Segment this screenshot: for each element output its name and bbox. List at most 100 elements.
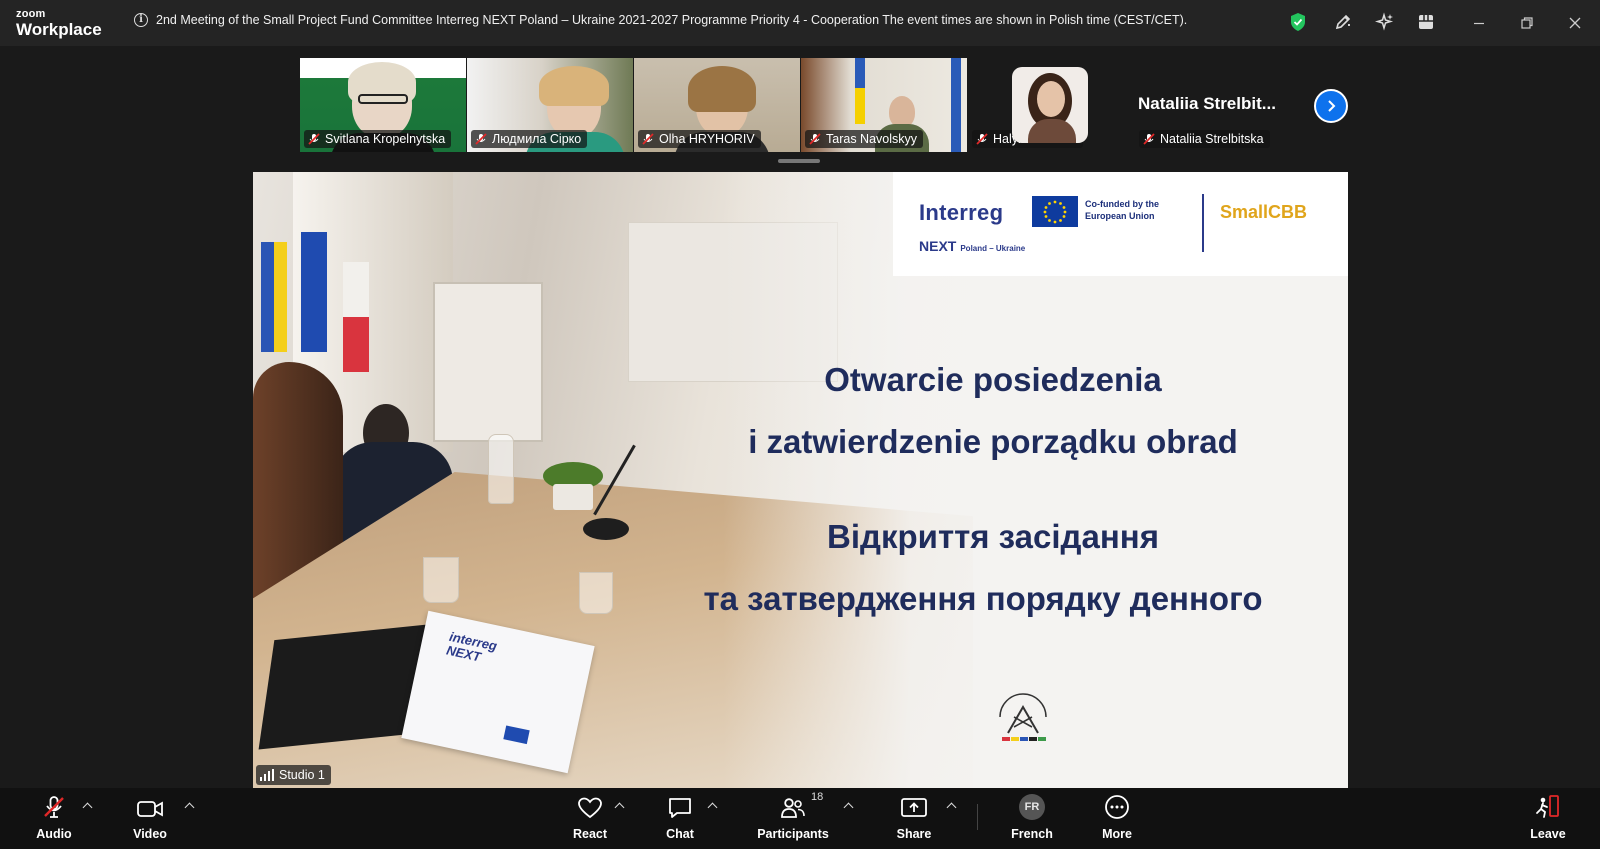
participant-name-tag: Olha HRYHORIV (638, 130, 761, 148)
avatar-clothing (1028, 119, 1076, 143)
leave-door-icon (1528, 788, 1568, 822)
video-tile-participant-1[interactable]: Svitlana Kropelnytska (300, 58, 466, 152)
participant-name-tag: Taras Navolskyy (805, 130, 923, 148)
muted-mic-icon (1143, 133, 1155, 145)
plant-pot (553, 484, 593, 510)
avatar-face (1037, 81, 1065, 117)
video-button[interactable]: Video (130, 788, 170, 849)
muted-mic-icon (642, 133, 654, 145)
participants-icon: 18 (755, 788, 831, 822)
screen-share-source-tag: Studio 1 (256, 765, 331, 785)
video-tile-participant-6[interactable]: Nataliia Strelbitska (1135, 58, 1295, 152)
leave-button[interactable]: Leave (1528, 788, 1568, 849)
slide-heading-ukrainian-1: Відкриття засідання (827, 518, 1159, 555)
slide-heading-polish-1: Otwarcie posiedzenia (824, 361, 1162, 398)
signal-strength-icon (260, 769, 274, 781)
title-bar: zoom Workplace i 2nd Meeting of the Smal… (0, 0, 1600, 46)
muted-mic-icon (475, 133, 487, 145)
flag-poland (343, 262, 369, 372)
participant-name: Taras Navolskyy (826, 132, 917, 146)
chat-label: Chat (666, 827, 694, 841)
cofunded-text: Co-funded by the European Union (1085, 199, 1159, 221)
gallery-resize-handle[interactable] (778, 159, 820, 163)
leave-label: Leave (1530, 827, 1566, 841)
language-label: French (1011, 827, 1053, 841)
video-label: Video (133, 827, 167, 841)
participant-name: Olha HRYHORIV (659, 132, 755, 146)
participant-name: Людмила Сірко (492, 132, 582, 146)
interreg-logo-text: Interreg (919, 200, 1004, 225)
language-badge: FR (1012, 788, 1052, 822)
shield-check-icon[interactable] (1287, 11, 1309, 33)
participant-name-tag: Nataliia Strelbitska (1139, 130, 1270, 148)
chat-button[interactable]: Chat (660, 788, 700, 849)
muted-mic-icon (308, 133, 320, 145)
meeting-toolbar: Audio Video React Chat 18 Participants S… (0, 788, 1600, 849)
chat-options-caret[interactable] (705, 799, 719, 813)
video-camera-icon (130, 788, 170, 822)
audio-options-caret[interactable] (80, 799, 94, 813)
participants-count: 18 (811, 791, 824, 803)
next-logo-text: NEXT (919, 238, 957, 254)
restore-icon[interactable] (1516, 12, 1538, 34)
meeting-title: 2nd Meeting of the Small Project Fund Co… (156, 13, 1188, 27)
share-options-caret[interactable] (944, 799, 958, 813)
react-button[interactable]: React (570, 788, 610, 849)
video-options-caret[interactable] (182, 799, 196, 813)
water-bottle (488, 434, 514, 504)
gallery-next-button[interactable] (1314, 89, 1348, 123)
participant-name: Svitlana Kropelnytska (325, 132, 446, 146)
flag-eu (951, 58, 961, 152)
info-icon[interactable]: i (134, 13, 148, 27)
more-label: More (1102, 827, 1132, 841)
participant-name-tag: Людмила Сірко (471, 130, 588, 148)
audio-button[interactable]: Audio (34, 788, 74, 849)
chat-bubble-icon (660, 788, 700, 822)
participant-name-tag: Svitlana Kropelnytska (304, 130, 452, 148)
flipchart (433, 282, 543, 442)
toolbar-divider (977, 804, 978, 830)
eu-flag-icon (1032, 196, 1078, 227)
microphone-base (583, 518, 629, 540)
next-logo-subtext: Poland – Ukraine (960, 244, 1026, 253)
glass (423, 557, 459, 603)
video-tile-participant-3[interactable]: Olha HRYHORIV (634, 58, 800, 152)
annotate-pen-icon[interactable] (1332, 11, 1354, 33)
ai-sparkle-icon[interactable] (1374, 11, 1396, 33)
muted-mic-icon (809, 133, 821, 145)
glasses (358, 94, 408, 104)
share-label: Share (896, 827, 932, 841)
flag-ukraine (261, 242, 287, 352)
glass (579, 572, 613, 614)
minimize-icon[interactable] (1468, 12, 1490, 34)
language-interpretation-button[interactable]: FR French (1011, 788, 1053, 849)
muted-mic-icon (34, 788, 74, 822)
participants-button[interactable]: 18 Participants (755, 788, 831, 849)
share-screen-icon (894, 788, 934, 822)
close-icon[interactable] (1564, 12, 1586, 34)
share-button[interactable]: Share (894, 788, 934, 849)
heart-icon (570, 788, 610, 822)
smallcbb-logo-text: SmallCBB (1220, 202, 1308, 222)
slide-heading-polish-2: i zatwierdzenie porządku obrad (748, 423, 1238, 460)
muted-mic-icon (976, 133, 988, 145)
brochure-logo: interreg NEXT (445, 628, 499, 665)
video-tile-participant-4[interactable]: Taras Navolskyy (801, 58, 967, 152)
participants-options-caret[interactable] (841, 799, 855, 813)
logo-divider (1202, 194, 1204, 252)
chevron-right-icon (1328, 100, 1336, 112)
hair (539, 66, 609, 106)
flag-eu (301, 232, 327, 352)
language-code: FR (1019, 794, 1045, 820)
zoom-logo: zoom Workplace (16, 8, 102, 39)
more-button[interactable]: More (1097, 788, 1137, 849)
logo-workplace-text: Workplace (16, 20, 102, 39)
video-tile-participant-2[interactable]: Людмила Сірко (467, 58, 633, 152)
slide-heading-ukrainian-2: та затвердження порядку денного (703, 580, 1263, 617)
react-options-caret[interactable] (612, 799, 626, 813)
flag-yellow (855, 88, 865, 124)
apps-icon[interactable] (1415, 11, 1437, 33)
audio-label: Audio (36, 827, 72, 841)
more-dots-icon (1097, 788, 1137, 822)
logo-zoom-text: zoom (16, 8, 46, 20)
